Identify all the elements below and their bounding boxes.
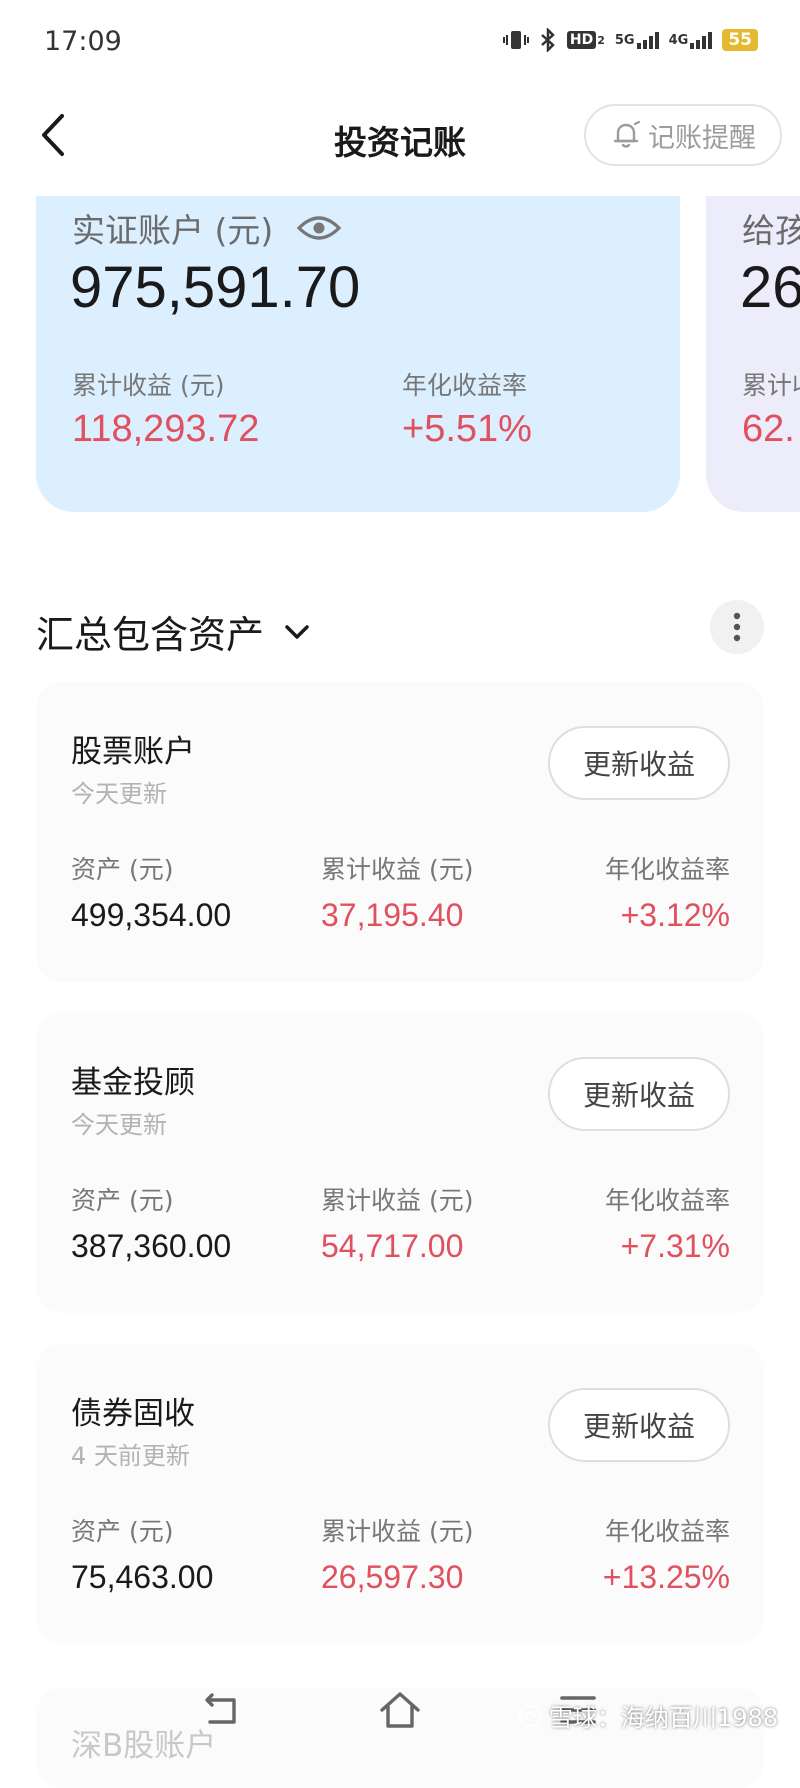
section-title: 汇总包含资产 [36, 613, 265, 657]
eye-icon[interactable] [297, 214, 342, 242]
update-profit-button[interactable]: 更新收益 [548, 1057, 730, 1131]
profit-label: 累计收益 (元) [321, 1186, 474, 1215]
asset-label: 资产 (元) [71, 1186, 174, 1215]
asset-value: 75,463.00 [71, 1559, 214, 1595]
cumulative-profit-label-second: 累计收 [742, 371, 800, 400]
more-options-button[interactable] [710, 600, 764, 654]
asset-update-time: 今天更新 [71, 1111, 167, 1139]
rate-label: 年化收益率 [604, 855, 730, 884]
asset-update-time: 今天更新 [71, 780, 167, 808]
return-icon [205, 1693, 236, 1724]
system-navigation-bar: 雪球：海纳百川1988 [0, 1680, 800, 1760]
account-label: 实证账户 (元) [72, 204, 342, 252]
bell-icon [613, 120, 641, 148]
profit-label: 累计收益 (元) [321, 1517, 474, 1546]
profit-label: 累计收益 (元) [321, 855, 474, 884]
nav-bar: 投资记账 记账提醒 [0, 90, 800, 180]
account-cards-carousel[interactable]: 实证账户 (元) 975,591.70 累计收益 (元) 118,293.72 … [0, 196, 800, 512]
asset-value: 387,360.00 [71, 1228, 232, 1264]
more-vertical-icon [733, 612, 741, 642]
account-total-value-second: 26 [740, 255, 800, 320]
annual-rate-label: 年化收益率 [402, 371, 528, 400]
battery-icon: 55 [722, 29, 758, 51]
asset-label: 资产 (元) [71, 855, 174, 884]
status-bar: 17:09 HD 2 5G 4G 55 [0, 0, 800, 86]
account-label-second: 给孩 [742, 211, 800, 250]
reminder-label: 记账提醒 [648, 122, 756, 154]
summary-assets-dropdown[interactable]: 汇总包含资产 [36, 604, 310, 659]
rate-value: +13.25% [602, 1559, 730, 1595]
status-icons: HD 2 5G 4G 55 [502, 28, 758, 52]
watermark: 雪球：海纳百川1988 [517, 1698, 778, 1733]
asset-name: 债券固收 [71, 1396, 195, 1432]
update-profit-button[interactable]: 更新收益 [548, 1388, 730, 1462]
snowball-logo-icon [518, 1704, 542, 1727]
asset-card-fund-advisor[interactable]: 基金投顾 今天更新 更新收益 资产 (元) 累计收益 (元) 年化收益率 387… [36, 1013, 764, 1313]
bluetooth-icon [539, 28, 557, 52]
vibrate-icon [502, 29, 529, 51]
system-back-button[interactable] [198, 1686, 246, 1734]
asset-card-bond[interactable]: 债券固收 4 天前更新 更新收益 资产 (元) 累计收益 (元) 年化收益率 7… [36, 1344, 764, 1644]
asset-label: 资产 (元) [71, 1517, 174, 1546]
cumulative-profit-value-second: 62. [742, 408, 795, 450]
profit-value: 37,195.40 [321, 897, 464, 933]
system-home-button[interactable] [376, 1686, 424, 1734]
account-card-main[interactable]: 实证账户 (元) 975,591.70 累计收益 (元) 118,293.72 … [36, 196, 680, 512]
rate-label: 年化收益率 [604, 1517, 730, 1546]
asset-name: 基金投顾 [71, 1065, 195, 1101]
asset-value: 499,354.00 [71, 897, 232, 933]
account-total-value: 975,591.70 [70, 255, 361, 320]
rate-value: +7.31% [620, 1228, 730, 1264]
asset-update-time: 4 天前更新 [71, 1442, 190, 1470]
profit-value: 26,597.30 [321, 1559, 464, 1595]
4g-signal-icon: 4G [669, 31, 713, 49]
annual-rate-value: +5.51% [402, 408, 532, 450]
rate-value: +3.12% [620, 897, 730, 933]
cumulative-profit-value: 118,293.72 [72, 408, 260, 450]
rate-label: 年化收益率 [604, 1186, 730, 1215]
section-header: 汇总包含资产 [0, 594, 800, 664]
update-profit-button[interactable]: 更新收益 [548, 726, 730, 800]
profit-value: 54,717.00 [321, 1228, 464, 1264]
chevron-down-icon [285, 624, 309, 639]
5g-signal-icon: 5G [615, 31, 659, 49]
hd-icon: HD 2 [566, 31, 605, 49]
home-icon [380, 1692, 420, 1728]
cumulative-profit-label: 累计收益 (元) [72, 371, 225, 400]
asset-card-stock[interactable]: 股票账户 今天更新 更新收益 资产 (元) 累计收益 (元) 年化收益率 499… [36, 682, 764, 982]
reminder-button[interactable]: 记账提醒 [584, 104, 782, 166]
status-time: 17:09 [44, 26, 122, 57]
account-card-second[interactable]: 给孩 26 累计收 62. [706, 196, 800, 512]
asset-name: 股票账户 [71, 734, 195, 770]
